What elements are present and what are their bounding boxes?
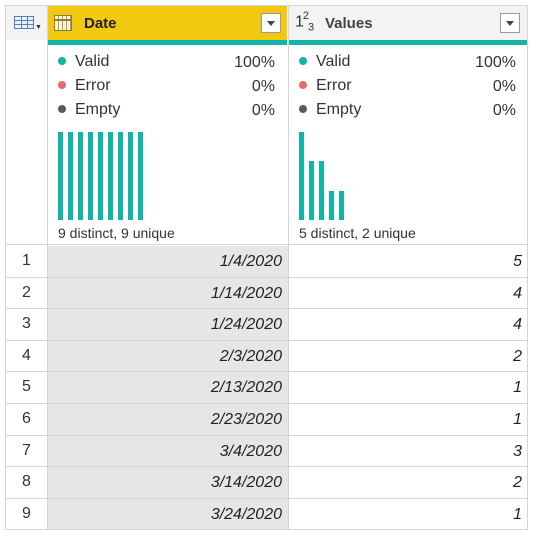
value-cell[interactable]: 1 [289, 506, 522, 524]
column-title: Date [84, 15, 117, 32]
error-stat: Error [299, 77, 352, 97]
histogram-bar[interactable] [138, 132, 143, 220]
value-cell[interactable]: 2 [289, 474, 522, 492]
filter-dropdown-button[interactable] [261, 13, 281, 33]
row-number[interactable]: 5 [6, 378, 47, 396]
value-cell[interactable]: 1 [289, 411, 522, 429]
column-header-date[interactable]: Date [48, 6, 287, 40]
histogram-bar[interactable] [309, 161, 314, 220]
chevron-down-icon: ▼ [35, 24, 42, 31]
valid-dot-icon [299, 57, 307, 65]
histogram-bar[interactable] [98, 132, 103, 220]
value-cell[interactable]: 2 [289, 348, 522, 366]
histogram-bar[interactable] [108, 132, 113, 220]
empty-dot-icon [299, 105, 307, 113]
distinct-summary: 9 distinct, 9 unique [58, 225, 175, 241]
date-cell[interactable]: 1/4/2020 [48, 253, 282, 271]
histogram-bar[interactable] [118, 132, 123, 220]
column-profile-date: Valid 100% Error 0% Empty 0% 9 distinct,… [48, 45, 287, 243]
value-distribution-histogram[interactable] [58, 132, 278, 220]
filter-dropdown-button[interactable] [500, 13, 520, 33]
column-header-values[interactable]: 123 Values [289, 6, 527, 40]
error-percent: 0% [492, 78, 516, 95]
histogram-bar[interactable] [128, 132, 133, 220]
row-number[interactable]: 1 [6, 252, 47, 270]
distinct-summary: 5 distinct, 2 unique [299, 225, 416, 241]
column-title: Values [325, 15, 373, 32]
row-number[interactable]: 4 [6, 347, 47, 365]
histogram-bar[interactable] [58, 132, 63, 220]
histogram-bar[interactable] [68, 132, 73, 220]
empty-stat: Empty [58, 101, 120, 121]
valid-stat: Valid [299, 53, 350, 73]
empty-percent: 0% [251, 102, 275, 119]
empty-dot-icon [58, 105, 66, 113]
value-cell[interactable]: 5 [289, 253, 522, 271]
valid-percent: 100% [475, 54, 516, 71]
valid-stat: Valid [58, 53, 109, 73]
histogram-bar[interactable] [88, 132, 93, 220]
date-cell[interactable]: 2/13/2020 [48, 379, 282, 397]
table-icon [14, 16, 34, 29]
error-dot-icon [299, 81, 307, 89]
data-grid: ▼ Date 123 Values Valid 100% Error 0% Em… [0, 0, 538, 539]
histogram-bar[interactable] [329, 191, 334, 220]
value-cell[interactable]: 4 [289, 285, 522, 303]
value-cell[interactable]: 3 [289, 443, 522, 461]
number-type-icon[interactable]: 123 [295, 10, 314, 34]
valid-percent: 100% [234, 54, 275, 71]
row-number[interactable]: 7 [6, 442, 47, 460]
date-cell[interactable]: 2/23/2020 [48, 411, 282, 429]
row-number[interactable]: 3 [6, 315, 47, 333]
error-stat: Error [58, 77, 111, 97]
histogram-bar[interactable] [339, 191, 344, 220]
value-cell[interactable]: 1 [289, 379, 522, 397]
histogram-bar[interactable] [319, 161, 324, 220]
column-profile-values: Valid 100% Error 0% Empty 0% 5 distinct,… [289, 45, 527, 243]
date-cell[interactable]: 3/14/2020 [48, 474, 282, 492]
date-cell[interactable]: 1/14/2020 [48, 285, 282, 303]
histogram-bar[interactable] [299, 132, 304, 220]
error-dot-icon [58, 81, 66, 89]
row-number[interactable]: 8 [6, 473, 47, 491]
empty-stat: Empty [299, 101, 361, 121]
value-cell[interactable]: 4 [289, 316, 522, 334]
histogram-bar[interactable] [78, 132, 83, 220]
date-cell[interactable]: 1/24/2020 [48, 316, 282, 334]
profile-row-header [6, 45, 47, 243]
row-number[interactable]: 6 [6, 410, 47, 428]
valid-dot-icon [58, 57, 66, 65]
table-menu-button[interactable]: ▼ [6, 6, 47, 40]
date-cell[interactable]: 2/3/2020 [48, 348, 282, 366]
row-number[interactable]: 2 [6, 284, 47, 302]
calendar-icon[interactable] [54, 15, 72, 31]
date-cell[interactable]: 3/24/2020 [48, 506, 282, 524]
value-distribution-histogram[interactable] [299, 132, 519, 220]
row-number[interactable]: 9 [6, 505, 47, 523]
date-cell[interactable]: 3/4/2020 [48, 443, 282, 461]
empty-percent: 0% [492, 102, 516, 119]
error-percent: 0% [251, 78, 275, 95]
